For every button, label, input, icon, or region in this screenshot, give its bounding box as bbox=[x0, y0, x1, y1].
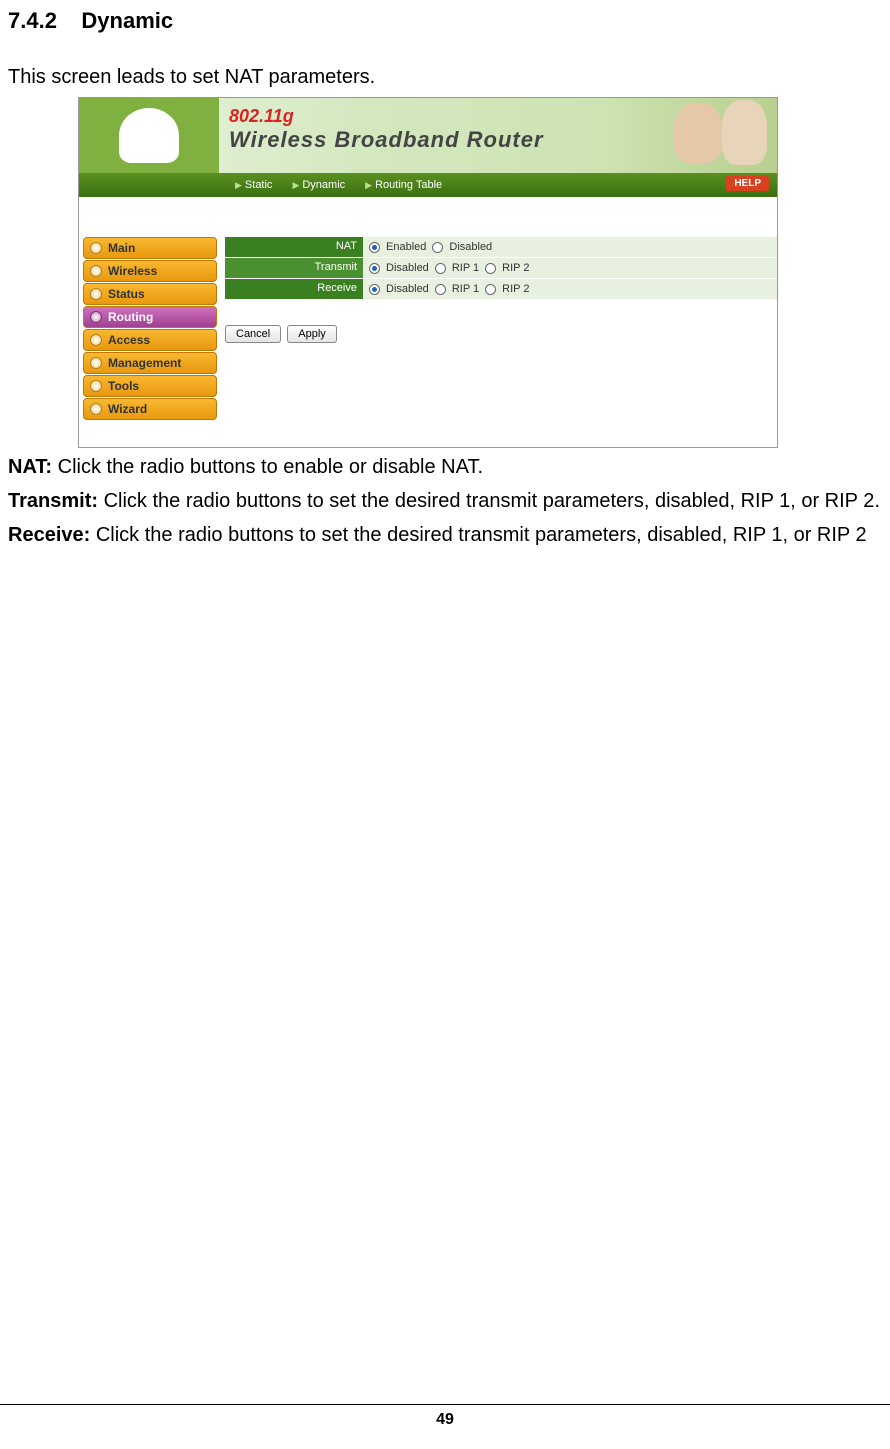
arrow-icon: ▶ bbox=[235, 180, 242, 191]
banner-left bbox=[79, 98, 219, 173]
arrow-icon: ▶ bbox=[365, 180, 372, 191]
face-icon bbox=[722, 100, 767, 165]
sidebar: Main Wireless Status Routing Access Mana… bbox=[79, 197, 217, 447]
page-number: 49 bbox=[436, 1411, 454, 1428]
form-row-nat: NAT Enabled Disabled bbox=[225, 237, 777, 257]
form-label: Receive bbox=[225, 279, 363, 299]
main-area: Main Wireless Status Routing Access Mana… bbox=[79, 197, 777, 447]
desc-nat: NAT: Click the radio buttons to enable o… bbox=[8, 452, 882, 482]
banner-text: 802.11g Wireless Broadband Router bbox=[229, 106, 544, 153]
arrow-icon: ▶ bbox=[292, 180, 299, 191]
bullet-icon bbox=[90, 242, 102, 254]
sidebar-item-routing[interactable]: Routing bbox=[83, 306, 217, 328]
form-label: Transmit bbox=[225, 258, 363, 278]
sidebar-item-management[interactable]: Management bbox=[83, 352, 217, 374]
button-row: Cancel Apply bbox=[225, 325, 777, 343]
form-options: Enabled Disabled bbox=[363, 237, 777, 257]
sidebar-item-status[interactable]: Status bbox=[83, 283, 217, 305]
form-options: Disabled RIP 1 RIP 2 bbox=[363, 279, 777, 299]
desc-transmit: Transmit: Click the radio buttons to set… bbox=[8, 486, 882, 516]
banner-people bbox=[607, 98, 777, 173]
help-button[interactable]: HELP bbox=[726, 176, 769, 191]
face-icon bbox=[674, 103, 722, 163]
sidebar-item-wizard[interactable]: Wizard bbox=[83, 398, 217, 420]
banner: 802.11g Wireless Broadband Router bbox=[79, 98, 777, 173]
subnav-routing-table[interactable]: ▶Routing Table bbox=[359, 179, 448, 191]
bullet-icon bbox=[90, 265, 102, 277]
banner-logo: 802.11g bbox=[229, 106, 544, 127]
subnav-static[interactable]: ▶Static bbox=[229, 179, 278, 191]
radio-receive-rip2[interactable] bbox=[485, 284, 496, 295]
radio-transmit-rip1[interactable] bbox=[435, 263, 446, 274]
radio-receive-disabled[interactable] bbox=[369, 284, 380, 295]
headphones-icon bbox=[119, 108, 179, 163]
bullet-icon bbox=[90, 403, 102, 415]
form-label: NAT bbox=[225, 237, 363, 257]
page-footer: 49 bbox=[0, 1404, 890, 1429]
desc-text: Click the radio buttons to enable or dis… bbox=[52, 456, 483, 478]
intro-text: This screen leads to set NAT parameters. bbox=[8, 66, 882, 89]
sidebar-item-main[interactable]: Main bbox=[83, 237, 217, 259]
apply-button[interactable]: Apply bbox=[287, 325, 337, 343]
section-title: Dynamic bbox=[81, 8, 173, 33]
section-heading: 7.4.2 Dynamic bbox=[8, 8, 882, 34]
bullet-icon bbox=[90, 288, 102, 300]
desc-receive: Receive: Click the radio buttons to set … bbox=[8, 520, 882, 550]
router-screenshot: 802.11g Wireless Broadband Router ▶Stati… bbox=[78, 97, 778, 448]
form-row-receive: Receive Disabled RIP 1 RIP 2 bbox=[225, 279, 777, 299]
banner-title: Wireless Broadband Router bbox=[229, 127, 544, 153]
radio-nat-enabled[interactable] bbox=[369, 242, 380, 253]
form-options: Disabled RIP 1 RIP 2 bbox=[363, 258, 777, 278]
radio-receive-rip1[interactable] bbox=[435, 284, 446, 295]
radio-transmit-rip2[interactable] bbox=[485, 263, 496, 274]
bullet-icon bbox=[90, 334, 102, 346]
sidebar-item-access[interactable]: Access bbox=[83, 329, 217, 351]
section-number: 7.4.2 bbox=[8, 8, 57, 33]
form-row-transmit: Transmit Disabled RIP 1 RIP 2 bbox=[225, 258, 777, 278]
desc-label: Receive: bbox=[8, 524, 90, 546]
desc-label: NAT: bbox=[8, 456, 52, 478]
subnav: ▶Static ▶Dynamic ▶Routing Table HELP bbox=[79, 173, 777, 197]
bullet-icon bbox=[90, 380, 102, 392]
desc-text: Click the radio buttons to set the desir… bbox=[90, 524, 866, 546]
radio-nat-disabled[interactable] bbox=[432, 242, 443, 253]
subnav-dynamic[interactable]: ▶Dynamic bbox=[286, 179, 351, 191]
bullet-icon bbox=[90, 311, 102, 323]
desc-text: Click the radio buttons to set the desir… bbox=[98, 490, 880, 512]
bullet-icon bbox=[90, 357, 102, 369]
cancel-button[interactable]: Cancel bbox=[225, 325, 281, 343]
sidebar-item-tools[interactable]: Tools bbox=[83, 375, 217, 397]
desc-label: Transmit: bbox=[8, 490, 98, 512]
radio-transmit-disabled[interactable] bbox=[369, 263, 380, 274]
content-area: NAT Enabled Disabled Transmit Disabled R… bbox=[217, 197, 777, 447]
sidebar-item-wireless[interactable]: Wireless bbox=[83, 260, 217, 282]
